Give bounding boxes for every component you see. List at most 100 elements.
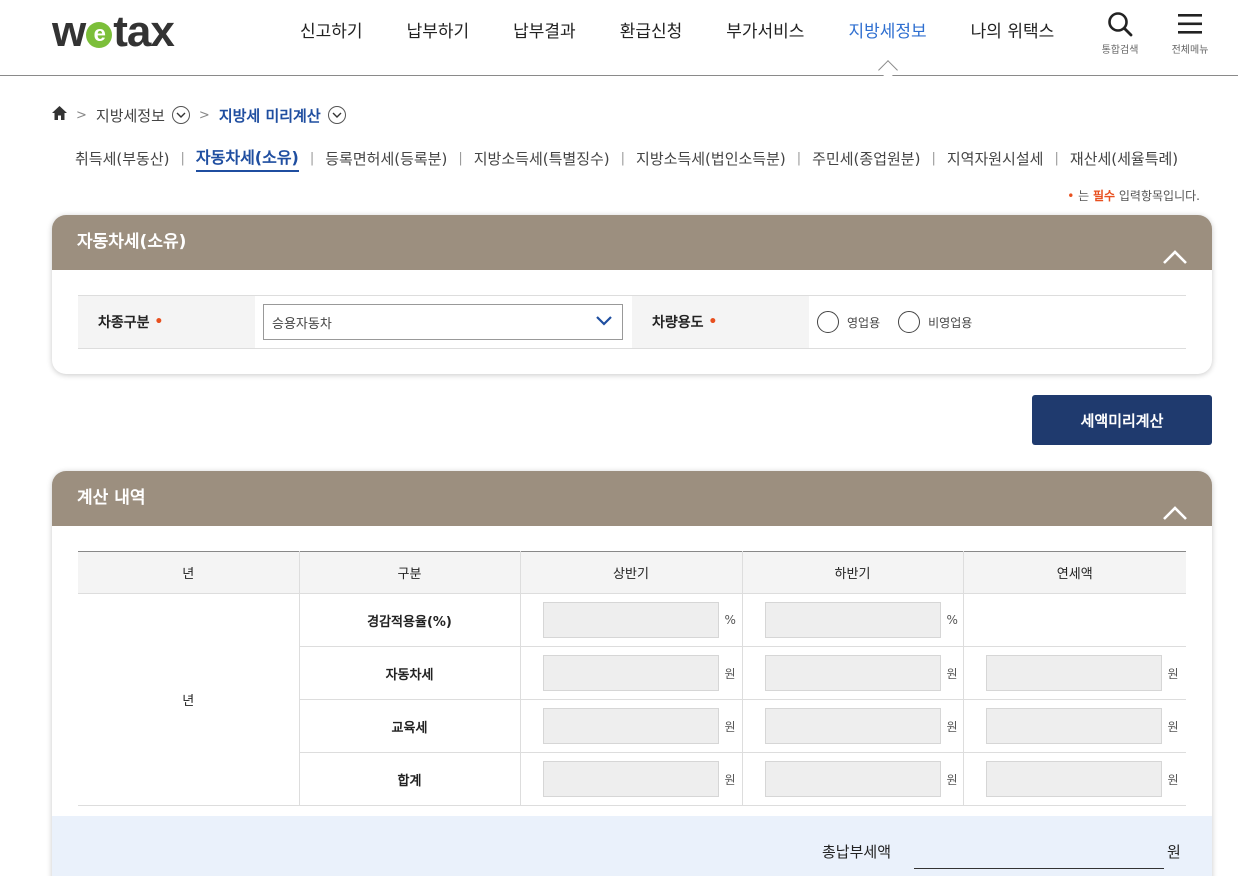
menu-label: 전체메뉴 bbox=[1171, 45, 1209, 56]
vehicle-usage-label-text: 차량용도 bbox=[652, 315, 704, 331]
vehicle-usage-cell: 영업용 비영업용 bbox=[809, 296, 1186, 348]
logo-w: w bbox=[52, 7, 86, 56]
logo-e-mark: e bbox=[86, 22, 113, 48]
unit: 원 bbox=[946, 666, 958, 681]
unit: 원 bbox=[724, 719, 736, 734]
full-menu-button[interactable]: 전체메뉴 bbox=[1162, 10, 1218, 56]
total-payment-field bbox=[914, 868, 1164, 869]
required-mark: • bbox=[154, 314, 164, 330]
chevron-right-icon: > bbox=[76, 107, 87, 123]
search-icon bbox=[1092, 10, 1148, 38]
nav-extra-services[interactable]: 부가서비스 bbox=[704, 0, 826, 64]
vehicle-type-value: 승용자동차 bbox=[272, 316, 332, 332]
nav-report[interactable]: 신고하기 bbox=[278, 0, 385, 64]
unit: 원 bbox=[1167, 719, 1179, 734]
education-tax-first-half-field bbox=[542, 708, 719, 744]
col-year: 년 bbox=[78, 551, 300, 594]
vehicle-tax-second-half-field bbox=[764, 655, 941, 691]
tab-registration-license-tax[interactable]: 등록면허세(등록분) bbox=[314, 148, 458, 169]
home-icon[interactable] bbox=[52, 106, 67, 124]
vehicle-usage-label: 차량용도 • bbox=[632, 296, 809, 348]
required-mark: • bbox=[708, 314, 718, 330]
nav-my-wetax[interactable]: 나의 위택스 bbox=[949, 0, 1077, 64]
total-second-half-field bbox=[764, 761, 941, 797]
required-dot: • bbox=[1067, 189, 1075, 203]
radio-commercial[interactable]: 영업용 bbox=[817, 311, 880, 333]
total-payment-area: 총납부세액 원 bbox=[52, 816, 1212, 876]
education-tax-annual-field bbox=[985, 708, 1162, 744]
reduction-rate-annual-empty bbox=[963, 593, 1186, 647]
panel-header: 계산 내역 bbox=[52, 471, 1212, 526]
chevron-up-icon[interactable] bbox=[1162, 489, 1188, 520]
breadcrumb-current[interactable]: 지방세 미리계산 bbox=[219, 105, 321, 126]
col-annual: 연세액 bbox=[963, 551, 1186, 594]
radio-circle[interactable] bbox=[898, 311, 921, 333]
row-label-education-tax: 교육세 bbox=[299, 699, 521, 753]
nav-refund[interactable]: 환급신청 bbox=[598, 0, 705, 64]
tab-regional-resource-facility-tax[interactable]: 지역자원시설세 bbox=[936, 148, 1055, 169]
total-payment-unit: 원 bbox=[1167, 843, 1181, 861]
total-payment-label: 총납부세액 bbox=[822, 843, 892, 861]
radio-circle[interactable] bbox=[817, 311, 839, 333]
site-header: w e tax 신고하기 납부하기 납부결과 환급신청 부가서비스 지방세정보 나의… bbox=[0, 0, 1238, 80]
tab-resident-tax-employee[interactable]: 주민세(종업원분) bbox=[801, 148, 931, 169]
tab-local-income-tax-corporate[interactable]: 지방소득세(법인소득분) bbox=[625, 148, 797, 169]
required-fields-note: • 는 필수 입력항목입니다. bbox=[1067, 187, 1200, 204]
calculation-table: 년 구분 상반기 하반기 연세액 년 경감적용율(%) % % 자동차세 원 원… bbox=[78, 551, 1186, 806]
required-note-post: 입력항목입니다. bbox=[1115, 189, 1200, 203]
hamburger-icon bbox=[1162, 10, 1218, 38]
radio-commercial-label: 영업용 bbox=[847, 315, 881, 330]
tab-divider: | bbox=[180, 150, 185, 166]
reduction-rate-second-half-field bbox=[764, 602, 941, 638]
chevron-down-icon bbox=[596, 315, 612, 330]
unit: 원 bbox=[946, 719, 958, 734]
main-nav: 신고하기 납부하기 납부결과 환급신청 부가서비스 지방세정보 나의 위택스 bbox=[278, 0, 1076, 64]
panel-title: 계산 내역 bbox=[77, 488, 146, 508]
col-second-half: 하반기 bbox=[742, 551, 964, 594]
panel-title: 자동차세(소유) bbox=[77, 232, 187, 252]
vehicle-type-label: 차종구분 • bbox=[78, 296, 255, 348]
calculation-result-panel: 계산 내역 년 구분 상반기 하반기 연세액 년 경감적용율(%) % % 자동… bbox=[52, 471, 1212, 876]
vehicle-tax-first-half-field bbox=[542, 655, 719, 691]
wetax-logo[interactable]: w e tax bbox=[52, 7, 175, 56]
breadcrumb: > 지방세정보 > 지방세 미리계산 bbox=[52, 103, 346, 127]
reduction-rate-first-half-field bbox=[542, 602, 719, 638]
tab-acquisition-tax[interactable]: 취득세(부동산) bbox=[64, 148, 181, 169]
radio-non-commercial[interactable]: 비영업용 bbox=[898, 311, 972, 333]
search-button[interactable]: 통합검색 bbox=[1092, 10, 1148, 56]
chevron-down-icon[interactable] bbox=[327, 106, 346, 124]
tab-local-income-tax-withholding[interactable]: 지방소득세(특별징수) bbox=[463, 148, 621, 169]
required-note-pre: 는 bbox=[1078, 189, 1093, 203]
table-row: 년 경감적용율(%) % % bbox=[78, 593, 1186, 806]
panel-header: 자동차세(소유) bbox=[52, 215, 1212, 270]
unit: 원 bbox=[1167, 772, 1179, 787]
calculate-tax-button[interactable]: 세액미리계산 bbox=[1032, 395, 1212, 445]
nav-payment-result[interactable]: 납부결과 bbox=[491, 0, 598, 64]
unit: 원 bbox=[946, 772, 958, 787]
total-annual-field bbox=[985, 761, 1162, 797]
logo-tax: tax bbox=[113, 7, 175, 56]
chevron-down-icon[interactable] bbox=[171, 106, 190, 124]
unit: 원 bbox=[724, 666, 736, 681]
tax-type-tabs: 취득세(부동산) | 자동차세(소유) | 등록면허세(등록분) | 지방소득세… bbox=[64, 144, 1189, 172]
total-first-half-field bbox=[542, 761, 719, 797]
radio-non-commercial-label: 비영업용 bbox=[928, 315, 973, 330]
unit: % bbox=[724, 613, 736, 627]
nav-payment[interactable]: 납부하기 bbox=[385, 0, 492, 64]
row-label-reduction-rate: 경감적용율(%) bbox=[299, 593, 521, 647]
education-tax-second-half-field bbox=[764, 708, 941, 744]
row-label-vehicle-tax: 자동차세 bbox=[299, 646, 521, 700]
tab-property-tax-special[interactable]: 재산세(세율특례) bbox=[1059, 148, 1189, 169]
vehicle-tax-form-panel: 자동차세(소유) 차종구분 • 승용자동차 차량용도 • 영업용 비영업용 bbox=[52, 215, 1212, 374]
unit: 원 bbox=[724, 772, 736, 787]
vehicle-form-row: 차종구분 • 승용자동차 차량용도 • 영업용 비영업용 bbox=[78, 295, 1186, 349]
unit: 원 bbox=[1167, 666, 1179, 681]
vehicle-type-select[interactable]: 승용자동차 bbox=[263, 304, 623, 340]
vehicle-type-cell: 승용자동차 bbox=[255, 296, 632, 348]
required-note-must: 필수 bbox=[1092, 189, 1116, 203]
breadcrumb-local-tax-info[interactable]: 지방세정보 bbox=[96, 105, 165, 126]
tab-vehicle-tax[interactable]: 자동차세(소유) bbox=[195, 144, 299, 172]
nav-local-tax-info[interactable]: 지방세정보 bbox=[826, 0, 948, 64]
chevron-up-icon[interactable] bbox=[1162, 233, 1188, 264]
col-first-half: 상반기 bbox=[520, 551, 743, 594]
